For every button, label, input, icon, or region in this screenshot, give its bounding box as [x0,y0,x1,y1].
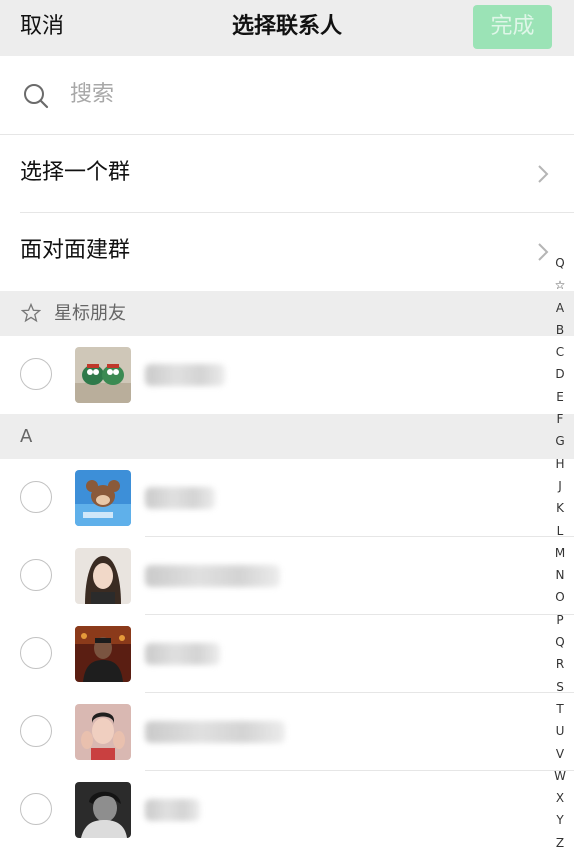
contact-row[interactable] [0,771,574,849]
section-title: A [20,426,33,447]
index-letter[interactable]: R [548,653,572,675]
chevron-right-icon [538,165,549,183]
avatar [75,704,131,760]
index-letter[interactable]: A [548,297,572,319]
alphabet-index[interactable]: Q ☆ A B C D E F G H J K L M N O P Q R S … [548,252,572,854]
index-letter[interactable]: M [548,542,572,564]
contact-row[interactable] [0,693,574,771]
index-letter[interactable]: G [548,430,572,452]
section-header-starred: 星标朋友 [0,291,574,336]
search-bar[interactable]: 搜索 [0,56,574,135]
avatar [75,626,131,682]
menu-item-label: 面对面建群 [20,238,131,263]
index-letter[interactable]: O [548,586,572,608]
cancel-button[interactable]: 取消 [20,12,64,42]
index-letter[interactable]: W [548,765,572,787]
select-checkbox[interactable] [20,793,52,825]
index-letter[interactable]: Y [548,809,572,831]
menu-item-face-to-face-group[interactable]: 面对面建群 [0,213,574,291]
index-letter[interactable]: N [548,564,572,586]
index-letter[interactable]: S [548,676,572,698]
index-letter[interactable]: X [548,787,572,809]
index-letter[interactable]: U [548,720,572,742]
contact-name-redacted [145,487,215,509]
select-checkbox[interactable] [20,715,52,747]
index-search[interactable]: Q [548,252,572,274]
select-checkbox[interactable] [20,559,52,591]
index-letter[interactable]: F [548,408,572,430]
search-input[interactable]: 搜索 [70,80,114,110]
select-checkbox[interactable] [20,637,52,669]
index-letter[interactable]: L [548,520,572,542]
index-letter[interactable]: H [548,453,572,475]
index-letter[interactable]: E [548,386,572,408]
avatar [75,470,131,526]
top-bar: 取消 选择联系人 完成 [0,0,574,56]
menu-item-select-group[interactable]: 选择一个群 [0,135,574,213]
index-letter[interactable]: D [548,363,572,385]
contact-name-redacted [145,565,280,587]
done-button[interactable]: 完成 [473,5,552,49]
search-icon [24,84,49,109]
index-letter[interactable]: B [548,319,572,341]
contact-row[interactable] [0,459,574,537]
contact-name-redacted [145,799,200,821]
menu-item-label: 选择一个群 [20,160,131,185]
contact-row[interactable] [0,336,574,414]
section-title: 星标朋友 [54,303,126,324]
avatar [75,548,131,604]
avatar [75,782,131,838]
index-letter[interactable]: T [548,698,572,720]
index-letter[interactable]: V [548,743,572,765]
select-checkbox[interactable] [20,358,52,390]
contact-row[interactable] [0,615,574,693]
avatar [75,347,131,403]
index-star[interactable]: ☆ [548,274,572,296]
index-letter[interactable]: J [548,475,572,497]
index-letter[interactable]: C [548,341,572,363]
index-letter[interactable]: Z [548,832,572,854]
contact-name-redacted [145,643,220,665]
index-letter[interactable]: P [548,609,572,631]
star-icon [21,303,41,323]
select-checkbox[interactable] [20,481,52,513]
index-letter[interactable]: Q [548,631,572,653]
section-header-a: A [0,414,574,459]
contact-name-redacted [145,721,285,743]
index-letter[interactable]: K [548,497,572,519]
contact-name-redacted [145,364,225,386]
contact-row[interactable] [0,537,574,615]
